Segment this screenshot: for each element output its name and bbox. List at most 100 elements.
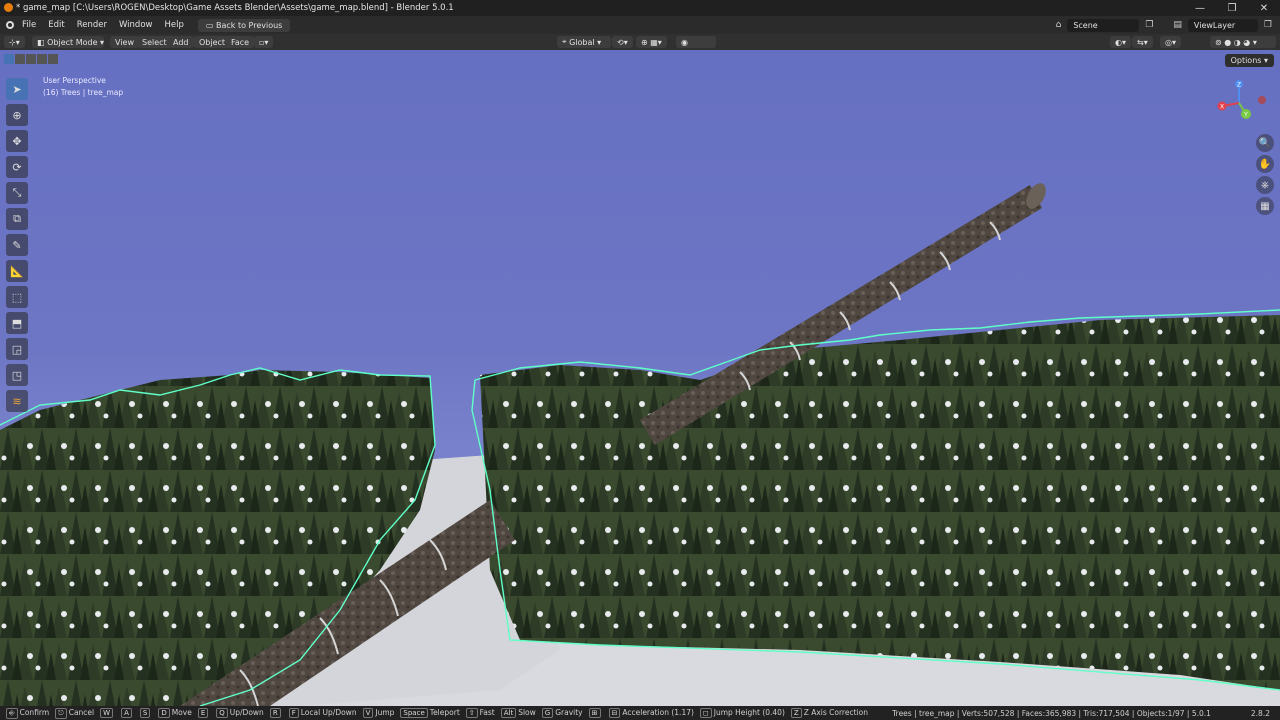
blender-menu-icon[interactable] <box>6 21 14 29</box>
scene-name: Scene <box>1073 20 1098 30</box>
menu-file[interactable]: File <box>16 20 42 30</box>
view-layer-name: ViewLayer <box>1193 20 1236 30</box>
zoom-button[interactable]: 🔍 <box>1256 134 1274 152</box>
select-invert-icon[interactable] <box>37 54 47 64</box>
inset-icon: ◲ <box>11 342 23 356</box>
status-hint: E Q Up/Down <box>192 707 264 718</box>
extra-menu-button[interactable]: ▫▾ <box>254 36 274 48</box>
select-subtract-icon[interactable] <box>26 54 36 64</box>
xray-icon: ◎▾ <box>1165 37 1176 47</box>
loop-cut-icon: ≋ <box>12 394 22 408</box>
annotate-tool-button[interactable]: ✎ <box>6 234 28 256</box>
object-menu[interactable]: Object <box>194 36 231 48</box>
status-bar: ⎆ Confirm ⎋ Cancel W A S D Move E Q Up/Down R F Local … <box>0 706 1280 720</box>
transform-orientation-selector[interactable]: ⌖ Global ▾ <box>557 36 611 48</box>
orientation-icon: ⌖ <box>562 37 570 46</box>
shading-mode-buttons[interactable]: ⊚ ● ◑ ◕ ▾ <box>1210 36 1276 48</box>
view-menu[interactable]: View <box>110 36 139 48</box>
status-hint: ⎋ Cancel <box>49 707 95 719</box>
dropdown-icon: ▫▾ <box>259 37 269 47</box>
gizmo-z-label: Z <box>1237 82 1241 89</box>
inset-tool-button[interactable]: ◲ <box>6 338 28 360</box>
3d-viewport[interactable]: User Perspective (16) Trees | tree_map ➤… <box>0 50 1280 706</box>
grid-icon: ▦ <box>1260 200 1270 212</box>
fullscreen-icon: ▭ <box>205 20 216 30</box>
view-layer-icon: ▤ <box>1173 20 1182 30</box>
window-title: * game_map [C:\Users\ROGEN\Desktop\Game … <box>16 3 454 13</box>
key-cap: A <box>121 707 132 718</box>
cursor-tool-button[interactable]: ⊕ <box>6 104 28 126</box>
back-to-previous-label: Back to Previous <box>215 20 283 30</box>
key-cap: W <box>100 707 114 718</box>
face-menu[interactable]: Face <box>226 36 255 48</box>
menu-window[interactable]: Window <box>113 20 159 30</box>
move-tool-button[interactable]: ✥ <box>6 130 28 152</box>
proportional-editing-button[interactable]: ◉ <box>676 36 716 48</box>
viewport-object-info: (16) Trees | tree_map <box>43 88 124 97</box>
select-mode-buttons[interactable] <box>4 54 58 64</box>
new-scene-icon[interactable]: ❐ <box>1145 20 1153 30</box>
pan-button[interactable]: ✋ <box>1256 155 1274 173</box>
view-layer-selector[interactable]: ViewLayer <box>1187 18 1258 32</box>
status-hint: V Jump <box>357 707 394 718</box>
maximize-button[interactable]: ❐ <box>1216 0 1248 16</box>
add-cube-tool-button[interactable]: ⬚ <box>6 286 28 308</box>
menu-help[interactable]: Help <box>158 20 189 30</box>
bevel-icon: ◳ <box>11 368 23 382</box>
status-hint: Alt Slow <box>495 707 536 718</box>
ortho-toggle-button[interactable]: ▦ <box>1256 197 1274 215</box>
select-new-icon[interactable] <box>4 54 14 64</box>
menu-edit[interactable]: Edit <box>42 20 70 30</box>
editor-type-button[interactable]: ⊹▾ <box>4 36 25 48</box>
viewport-header: ⊹▾ ◧ Object Mode ▾ View Select Add Objec… <box>0 34 1280 50</box>
select-menu[interactable]: Select <box>137 36 172 48</box>
status-hint: W A S D Move <box>94 707 192 718</box>
scene-statistics: Trees | tree_map | Verts:507,528 | Faces… <box>892 708 1211 718</box>
camera-view-button[interactable]: ⎈ <box>1256 176 1274 194</box>
menu-render[interactable]: Render <box>71 20 113 30</box>
new-view-layer-icon[interactable]: ❐ <box>1264 20 1272 30</box>
hint-label: Local Up/Down <box>300 707 357 717</box>
ruler-icon: 📐 <box>10 264 24 278</box>
viewport-gizmos-button[interactable]: ◐▾ <box>1110 36 1131 48</box>
pivot-point-button[interactable]: ⟲▾ <box>612 36 633 48</box>
snap-button[interactable]: ⊕ ▦▾ <box>636 36 667 48</box>
rotate-tool-button[interactable]: ⟳ <box>6 156 28 178</box>
3d-cursor-icon: ⊕ <box>12 108 22 122</box>
hint-label: Z Axis Correction <box>803 707 868 717</box>
chevron-down-icon: ▾ <box>97 37 105 47</box>
back-to-previous-button[interactable]: ▭ Back to Previous <box>197 18 291 32</box>
select-intersect-icon[interactable] <box>48 54 58 64</box>
bevel-tool-button[interactable]: ◳ <box>6 364 28 386</box>
title-bar: * game_map [C:\Users\ROGEN\Desktop\Game … <box>0 0 1280 16</box>
shading-icons: ⊚ ● ◑ ◕ ▾ <box>1215 37 1257 47</box>
hint-label: Up/Down <box>229 707 264 717</box>
measure-tool-button[interactable]: 📐 <box>6 260 28 282</box>
close-button[interactable]: ✕ <box>1248 0 1280 16</box>
minimize-button[interactable]: — <box>1184 0 1216 16</box>
navigation-gizmo[interactable]: Z X Y <box>1214 78 1274 128</box>
hint-label: Cancel <box>68 707 95 717</box>
scale-tool-button[interactable]: ⤡ <box>6 182 28 204</box>
scene-render <box>0 183 1280 706</box>
transform-tool-button[interactable]: ⧉ <box>6 208 28 230</box>
scene-selector[interactable]: Scene <box>1067 18 1140 32</box>
select-tool-button[interactable]: ➤ <box>6 78 28 100</box>
camera-icon: ⎈ <box>1261 179 1269 191</box>
rotate-icon: ⟳ <box>12 160 22 174</box>
key-cap: R <box>269 707 281 718</box>
pivot-icon: ⟲▾ <box>617 37 628 47</box>
overlay-button[interactable]: ⇆▾ <box>1132 36 1153 48</box>
extrude-tool-button[interactable]: ⬒ <box>6 312 28 334</box>
select-extend-icon[interactable] <box>15 54 25 64</box>
add-menu[interactable]: Add <box>168 36 194 48</box>
options-button[interactable]: Options ▾ <box>1224 54 1274 67</box>
version-number: 2.8.2 <box>1250 708 1270 718</box>
viewport-perspective-label: User Perspective <box>43 76 106 85</box>
status-hint: ◻ Jump Height (0.40) <box>694 707 785 718</box>
hint-label: Acceleration (1.17) <box>622 707 694 717</box>
xray-button[interactable]: ◎▾ <box>1160 36 1181 48</box>
mode-selector[interactable]: ◧ Object Mode ▾ <box>32 36 104 48</box>
top-menu-bar: File Edit Render Window Help ▭ Back to P… <box>0 16 1280 34</box>
loop-cut-tool-button[interactable]: ≋ <box>6 390 28 412</box>
